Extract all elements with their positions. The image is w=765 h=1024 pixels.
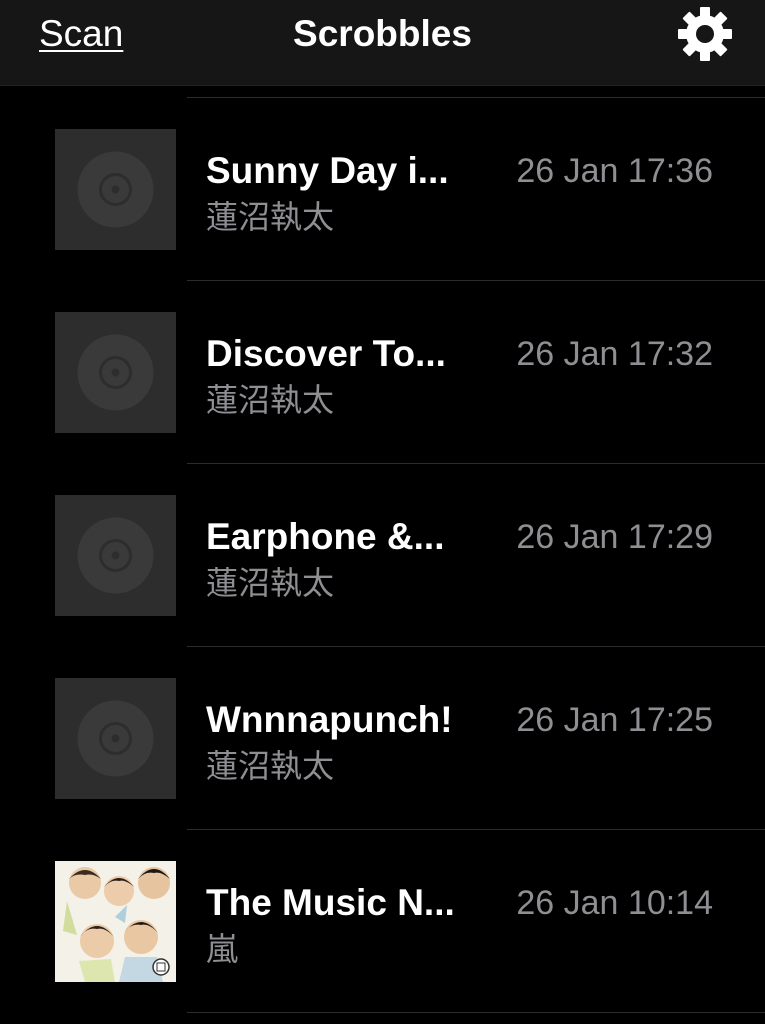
track-artist: 嵐: [206, 931, 239, 967]
row-separator: [187, 1012, 765, 1013]
placeholder-disc-icon: [55, 495, 176, 616]
scrobble-row[interactable]: Earphone &... 蓮沼執太 26 Jan 17:29: [0, 452, 765, 635]
scrobble-time: 26 Jan 10:14: [516, 884, 713, 922]
placeholder-disc-icon: [55, 129, 176, 250]
track-artist: 蓮沼執太: [206, 382, 335, 418]
album-cover-image: [55, 861, 176, 982]
track-artist: 蓮沼執太: [206, 748, 335, 784]
track-title: Discover To...: [206, 333, 446, 374]
scrobble-time: 26 Jan 17:25: [516, 701, 713, 739]
track-artist: 蓮沼執太: [206, 199, 335, 235]
track-artist: 蓮沼執太: [206, 565, 335, 601]
scrobble-row[interactable]: Wnnnapunch! 蓮沼執太 26 Jan 17:25: [0, 635, 765, 818]
scrobble-row[interactable]: Sunny Day i... 蓮沼執太 26 Jan 17:36: [0, 86, 765, 269]
track-title: Sunny Day i...: [206, 150, 449, 191]
navigation-bar: Scan Scrobbles: [0, 0, 765, 86]
scrobble-list[interactable]: Sunny Day i... 蓮沼執太 26 Jan 17:36 Discove…: [0, 86, 765, 1024]
scrobble-time: 26 Jan 17:29: [516, 518, 713, 556]
track-title: The Music N...: [206, 882, 455, 923]
scrobble-row[interactable]: Discover To... 蓮沼執太 26 Jan 17:32: [0, 269, 765, 452]
scrobble-time: 26 Jan 17:36: [516, 152, 713, 190]
track-title: Earphone &...: [206, 516, 445, 557]
placeholder-disc-icon: [55, 678, 176, 799]
scrobble-time: 26 Jan 17:32: [516, 335, 713, 373]
gear-icon[interactable]: [676, 5, 734, 63]
track-title: Wnnnapunch!: [206, 699, 453, 740]
scrobble-row[interactable]: The Music N... 嵐 26 Jan 10:14: [0, 818, 765, 1001]
page-title: Scrobbles: [293, 13, 472, 54]
placeholder-disc-icon: [55, 312, 176, 433]
